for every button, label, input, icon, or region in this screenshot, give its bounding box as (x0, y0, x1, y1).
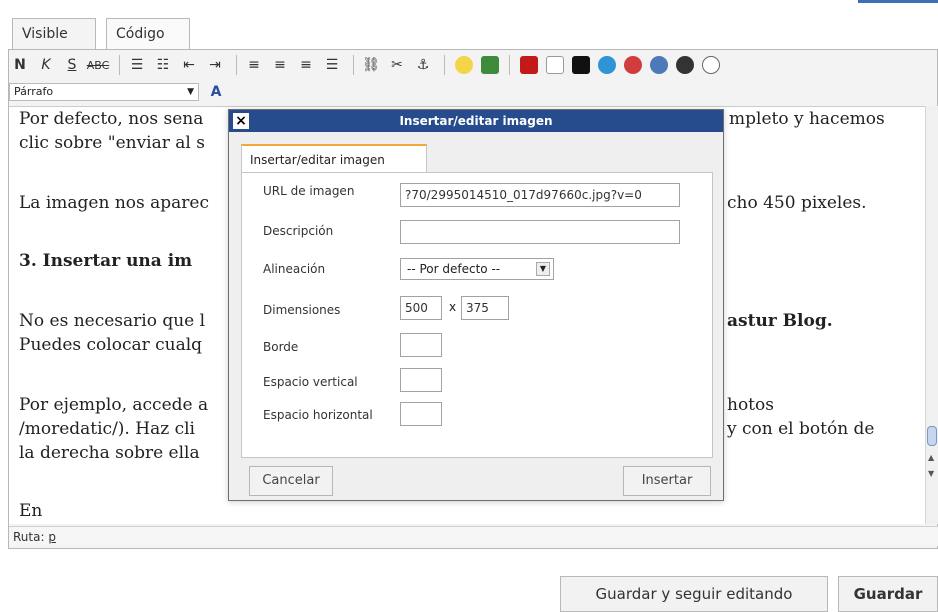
border-label: Borde (263, 340, 299, 354)
height-field[interactable]: 375 (461, 296, 509, 320)
image-icon[interactable] (481, 56, 499, 74)
scroll-up-icon[interactable]: ▲ (928, 454, 936, 462)
dialog-tab[interactable]: Insertar/editar imagen (241, 144, 427, 172)
url-label: URL de imagen (263, 184, 355, 198)
paragraph-fragment: mpleto y hacemos (729, 109, 885, 129)
audio-icon[interactable] (676, 56, 694, 74)
width-field[interactable]: 500 (400, 296, 442, 320)
link-icon[interactable]: ⛓ (360, 55, 382, 75)
justify-icon[interactable]: ☰ (321, 55, 343, 75)
format-select-value: Párrafo (14, 85, 54, 98)
anchor-icon[interactable]: ⚓ (412, 55, 434, 75)
chevron-down-icon: ▼ (536, 262, 550, 276)
align-left-icon[interactable]: ≡ (243, 55, 265, 75)
paragraph-fragment: hotos (727, 395, 774, 415)
status-bar: Ruta: p (9, 526, 938, 546)
toolbar-separator (236, 55, 237, 75)
dialog-title: Insertar/editar imagen (399, 114, 553, 128)
alignment-label: Alineación (263, 262, 326, 276)
paragraph: En (19, 501, 43, 521)
scroll-down-icon[interactable]: ▼ (928, 470, 936, 478)
paragraph-fragment: astur Blog. (727, 311, 833, 331)
vertical-space-label: Espacio vertical (263, 375, 358, 389)
bold-icon[interactable]: N (9, 55, 31, 75)
path-label: Ruta: (13, 530, 45, 544)
italic-icon[interactable]: K (35, 55, 57, 75)
search-icon[interactable] (598, 56, 616, 74)
paragraph-fragment: y con el botón de (727, 419, 875, 439)
editor-toolbar-row-2: Párrafo ▼ A (9, 80, 231, 104)
tab-code[interactable]: Código (106, 18, 190, 50)
cancel-button[interactable]: Cancelar (249, 466, 333, 496)
border-field[interactable] (400, 333, 442, 357)
description-label: Descripción (263, 224, 334, 238)
dimensions-label: Dimensiones (263, 303, 341, 317)
toolbar-separator (119, 55, 120, 75)
save-and-continue-button[interactable]: Guardar y seguir editando (560, 576, 828, 612)
alignment-value: -- Por defecto -- (407, 262, 501, 276)
chevron-down-icon: ▼ (187, 87, 194, 97)
editor-toolbar-row-1: N K S ABC ☰ ☷ ⇤ ⇥ ≡ ≡ ≡ ☰ ⛓ ✂ ⚓ (9, 53, 724, 77)
indent-icon[interactable]: ⇥ (204, 55, 226, 75)
horizontal-space-label: Espacio horizontal (263, 408, 373, 422)
horizontal-space-field[interactable] (400, 402, 442, 426)
toolbar-separator (509, 55, 510, 75)
scroll-thumb[interactable] (927, 426, 937, 446)
dimensions-separator: x (449, 300, 457, 314)
play-icon[interactable] (650, 56, 668, 74)
vertical-space-field[interactable] (400, 368, 442, 392)
outdent-icon[interactable]: ⇤ (178, 55, 200, 75)
emoji-icon[interactable] (455, 56, 473, 74)
text-color-icon[interactable]: A (205, 82, 227, 102)
vertical-scrollbar[interactable]: ▲ ▼ (925, 106, 938, 524)
youtube-icon[interactable] (520, 56, 538, 74)
close-icon[interactable]: × (233, 113, 249, 129)
insert-button[interactable]: Insertar (623, 466, 711, 496)
path-value[interactable]: p (48, 530, 56, 544)
align-right-icon[interactable]: ≡ (295, 55, 317, 75)
format-select[interactable]: Párrafo ▼ (9, 83, 199, 101)
tab-visible[interactable]: Visible (12, 18, 96, 50)
info-icon[interactable] (572, 56, 590, 74)
rotate-icon[interactable] (702, 56, 720, 74)
strikethrough-icon[interactable]: ABC (87, 55, 110, 75)
image-url-field[interactable]: ?70/2995014510_017d97660c.jpg?v=0 (400, 183, 680, 207)
description-field[interactable] (400, 220, 680, 244)
toolbar-separator (353, 55, 354, 75)
paragraph-fragment: cho 450 pixeles. (727, 193, 867, 213)
save-button[interactable]: Guardar (838, 576, 938, 612)
stop-icon[interactable] (624, 56, 642, 74)
unlink-icon[interactable]: ✂ (386, 55, 408, 75)
underline-icon[interactable]: S (61, 55, 83, 75)
bullets-icon[interactable]: ☰ (126, 55, 148, 75)
toolbar-separator (444, 55, 445, 75)
alignment-select[interactable]: -- Por defecto -- ▼ (400, 258, 554, 280)
align-center-icon[interactable]: ≡ (269, 55, 291, 75)
top-accent-bar (858, 0, 938, 3)
google-icon[interactable] (546, 56, 564, 74)
dialog-titlebar: × Insertar/editar imagen (229, 110, 723, 132)
numbering-icon[interactable]: ☷ (152, 55, 174, 75)
